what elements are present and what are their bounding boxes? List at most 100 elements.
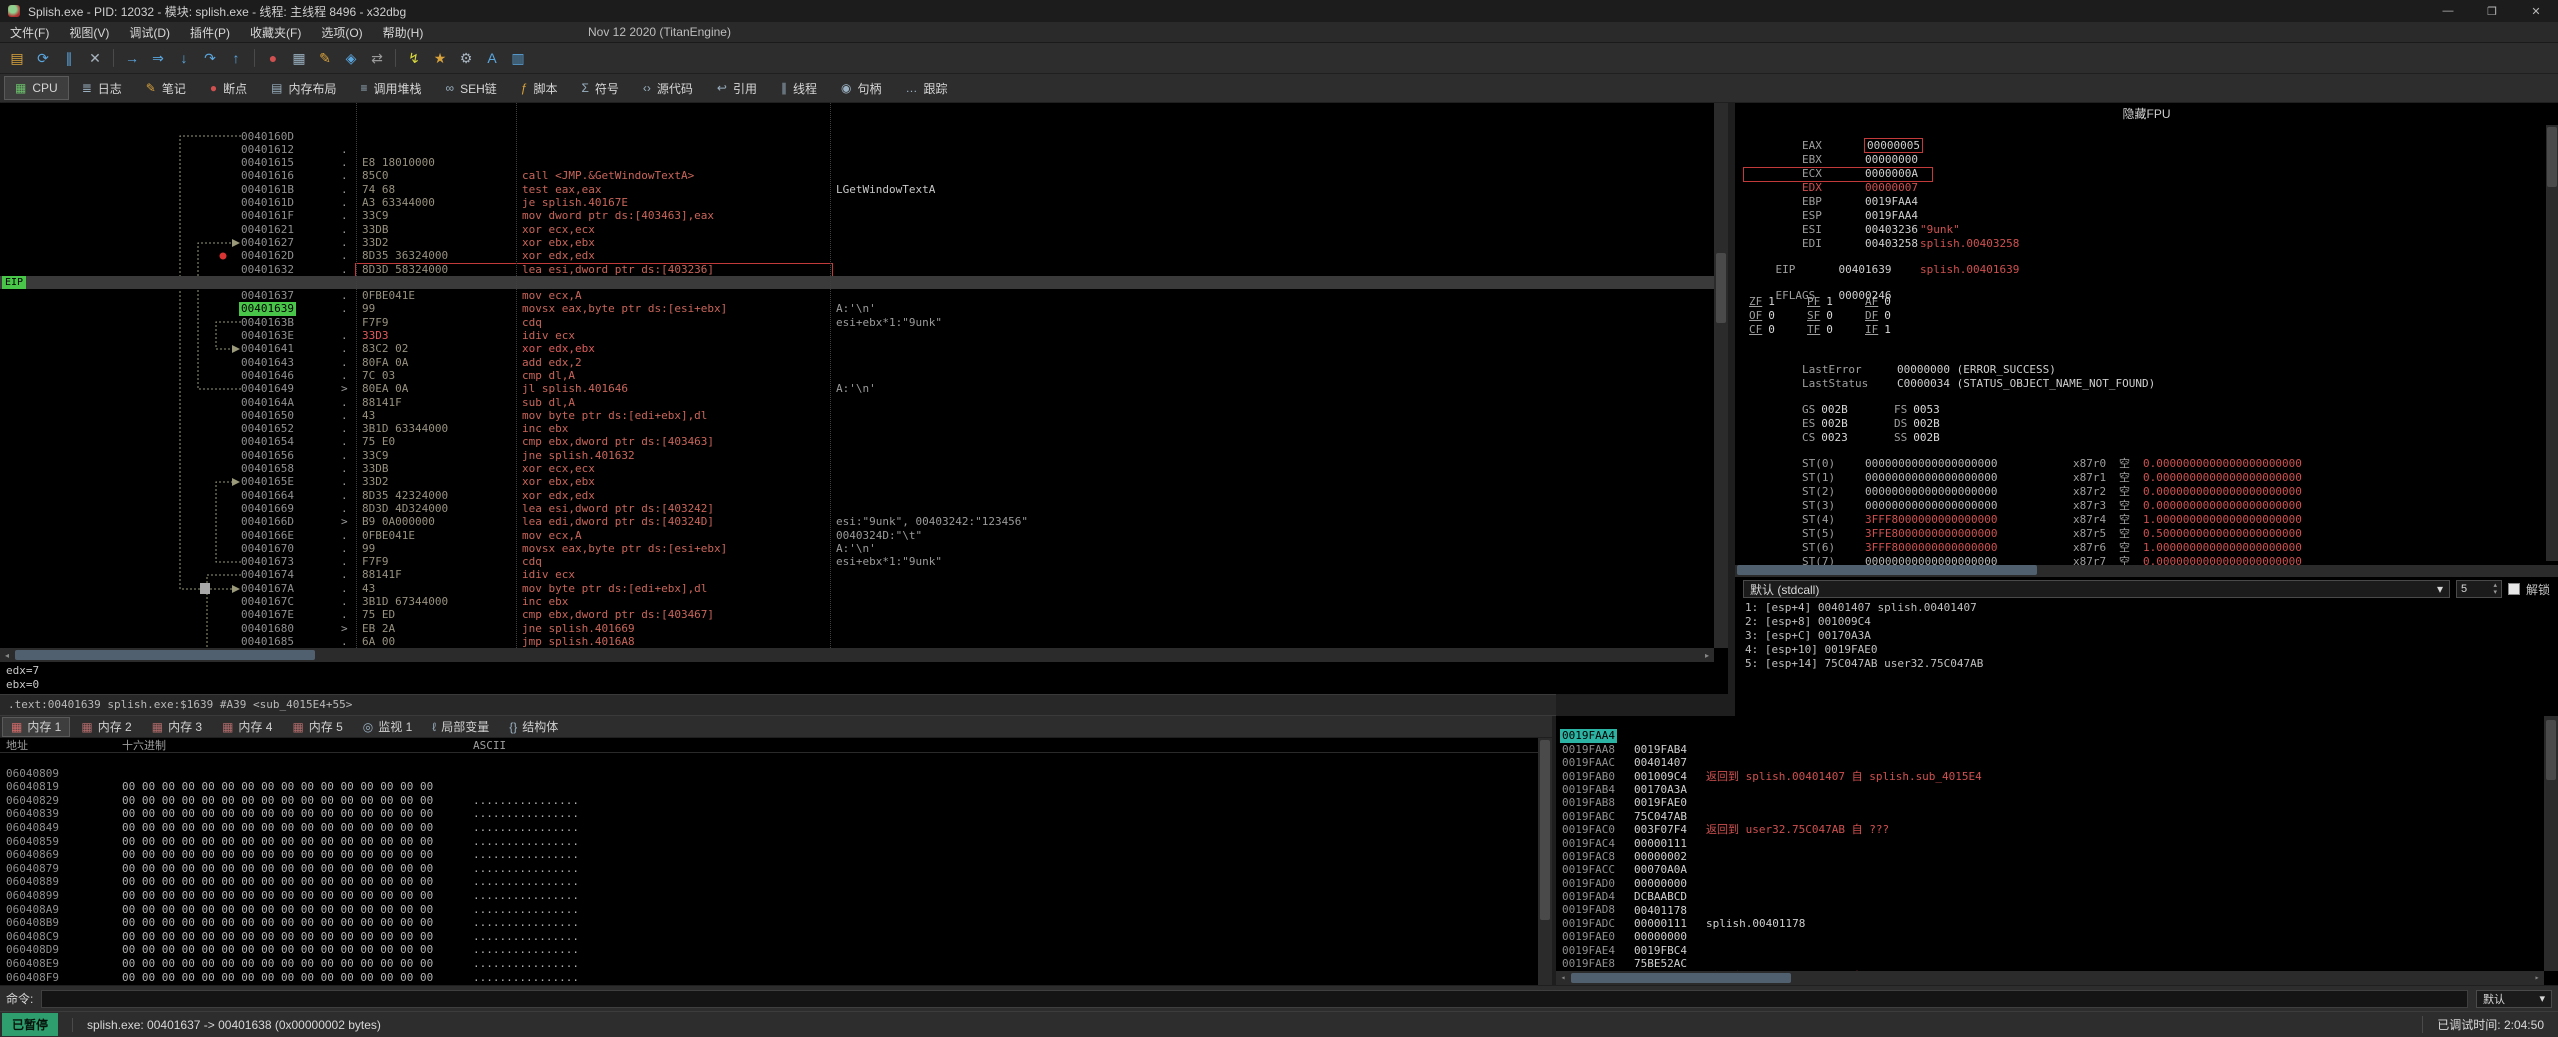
hide-fpu-toggle[interactable]: 隐藏FPU [1735, 103, 2558, 125]
disasm-row[interactable]: 00401652 . 33C9 xor ecx,ecx [0, 396, 1714, 475]
disasm-row[interactable]: 00401627 . 8D3D 58324000 lea edi,dword p… [0, 209, 1714, 289]
scroll-left-icon[interactable]: ◂ [0, 648, 14, 662]
stack-row[interactable]: 0019FAA4 0019FAB4 [1556, 716, 2558, 756]
tab-dump-5[interactable]: ▦ 内存 5 [283, 717, 351, 737]
disasm-row[interactable]: 0040166E . F7F9 idiv ecx [0, 502, 1714, 582]
dump-row[interactable]: 060408A9 00 00 00 00 00 00 00 00 00 00 0… [0, 889, 1552, 943]
stack-row[interactable]: 0019FAD8 00000111 [1556, 890, 2558, 929]
register-row[interactable]: EDI 00403258 splish.00403258 [1735, 223, 2558, 250]
breakpoints-button[interactable]: ● [260, 46, 286, 70]
disasm-row[interactable]: 0040167E > 6A 00 push 0 uINT uType = MB_… [0, 582, 1714, 662]
stack-row[interactable]: 0019FAE0 0019FBC4 [1556, 917, 2558, 956]
disasm-row[interactable]: 0040161B . 33C9 xor ecx,ecx [0, 156, 1714, 236]
stack-row[interactable]: 0019FAB8 75C047AB 返回到 user32.75C047AB 自 … [1556, 783, 2558, 836]
tab-dump-4[interactable]: ▦ 内存 4 [213, 717, 281, 737]
disasm-row[interactable]: 00401636 . 99 cdq [0, 249, 1714, 329]
dump-row[interactable]: 060408C9 00 00 00 00 00 00 00 00 00 00 0… [0, 916, 1552, 970]
menu-options[interactable]: 选项(O) [311, 22, 372, 42]
tab-threads[interactable]: ∥ 线程 [770, 76, 828, 100]
separator[interactable] [254, 49, 255, 67]
tab-dump-1[interactable]: ▦ 内存 1 [2, 716, 71, 737]
disasm-row[interactable]: 0040161F . 33D2 xor edx,edx [0, 183, 1714, 262]
stack-row[interactable]: 0019FAAC 001009C4 [1556, 743, 2558, 782]
memory-map-button[interactable]: ▦ [286, 46, 312, 70]
stack-row[interactable]: 0019FAB0 00170A3A [1556, 756, 2558, 796]
disasm-row[interactable]: 0040163B . 83C2 02 add edx,2 [0, 289, 1714, 369]
segment-row[interactable]: GS 002B FS 0053 [1735, 389, 2558, 416]
fpu-register-row[interactable]: ST(5) 3FFE8000000000000000 x87r5 空 0.5000000… [1735, 513, 2558, 540]
disasm-row[interactable]: 00401616 . A3 63344000 mov dword ptr ds:… [0, 143, 1714, 222]
tab-watch-1[interactable]: ◎ 监视 1 [354, 717, 422, 737]
dump-row[interactable]: 06040889 00 00 00 00 00 00 00 00 00 00 0… [0, 862, 1552, 915]
settings-button[interactable]: ⚙ [453, 46, 479, 70]
scrollbar-thumb[interactable] [1571, 973, 1791, 983]
stack-row[interactable]: 0019FAC4 00000002 [1556, 823, 2558, 863]
dump-row[interactable]: 06040809 00 00 00 00 00 00 00 00 00 00 0… [0, 753, 1552, 807]
tab-cpu[interactable]: ▦ CPU [4, 76, 69, 100]
tab-handles[interactable]: ◉ 句柄 [830, 76, 893, 100]
tab-seh[interactable]: ∞ SEH链 [435, 76, 508, 100]
disasm-row[interactable]: 00401643 . 80EA 0A sub dl,A [0, 329, 1714, 409]
restart-button[interactable]: ⟳ [30, 46, 56, 70]
run-button[interactable]: → [119, 46, 145, 70]
step-into-button[interactable]: ↓ [171, 46, 197, 70]
registers-horizontal-scrollbar[interactable] [1735, 565, 2558, 577]
disasm-row[interactable]: 0040167C . EB 2A jmp splish.4016A8 [0, 568, 1714, 648]
status-register-row[interactable]: LastError 00000000 (ERROR_SUCCESS) [1735, 349, 2558, 376]
calling-convention-select[interactable]: 默认 (stdcall) ▾ [1743, 580, 2450, 598]
dump-vertical-scrollbar[interactable] [1538, 738, 1552, 985]
register-row[interactable]: EAX 00000005 [1735, 125, 2558, 152]
flag-cell[interactable]: TF 0 [1807, 323, 1865, 337]
disasm-row[interactable]: 00401673 . 43 inc ebx [0, 529, 1714, 608]
scrollbar-thumb[interactable] [2547, 127, 2557, 187]
tab-call-stack[interactable]: ≡ 调用堆栈 [349, 76, 432, 100]
dump-row[interactable]: 06040899 00 00 00 00 00 00 00 00 00 00 0… [0, 875, 1552, 929]
flag-cell[interactable]: IF 1 [1865, 323, 1923, 337]
stack-row[interactable]: 0019FAB4 0019FAE0 [1556, 770, 2558, 809]
tab-struct[interactable]: {} 结构体 [500, 717, 567, 737]
register-row[interactable]: ESI 00403236 "9unk" [1735, 209, 2558, 236]
argument-row[interactable]: 4: [esp+10] 0019FAE0 [1745, 643, 2558, 657]
scrollbar-thumb[interactable] [1716, 253, 1726, 323]
open-file-button[interactable]: ▤ [4, 46, 30, 70]
disasm-row[interactable]: 00401649 . 43 inc ebx [0, 356, 1714, 435]
disasm-row[interactable]: 00401646 > 88141F mov byte ptr ds:[edi+e… [0, 342, 1714, 422]
disasm-horizontal-scrollbar[interactable]: ◂ ▸ [0, 648, 1714, 662]
flag-cell[interactable]: DF 0 [1865, 309, 1923, 323]
tab-locals[interactable]: ℓ 局部变量 [423, 717, 498, 737]
scrollbar-thumb[interactable] [2546, 720, 2556, 780]
dump-row[interactable]: 06040879 00 00 00 00 00 00 00 00 00 00 0… [0, 848, 1552, 902]
register-row[interactable]: EDX 00000007 [1735, 167, 2558, 194]
register-row[interactable]: ESP 0019FAA4 [1735, 195, 2558, 222]
disasm-row[interactable]: 00401632 > 0FBE041E movsx eax,byte ptr d… [0, 236, 1714, 329]
register-row[interactable]: ECX 0000000A [1735, 153, 2558, 180]
maximize-button[interactable]: ❐ [2470, 0, 2514, 22]
stack-row[interactable]: 0019FABC 003F07F4 [1556, 796, 2558, 836]
register-row-eip[interactable]: EIP 00401639 splish.00401639 [1735, 249, 2558, 276]
registers-vertical-scrollbar[interactable] [2546, 125, 2558, 561]
run-ignore-exceptions-button[interactable]: ⇒ [145, 46, 171, 70]
fpu-register-row[interactable]: ST(7) 00000000000000000000 x87r7 空 0.0000000… [1735, 541, 2558, 568]
stack-row[interactable]: 0019FADC 00000000 [1556, 903, 2558, 943]
disasm-row[interactable]: 0040165E . 8D3D 4D324000 lea edi,dword p… [0, 449, 1714, 541]
separator[interactable] [113, 49, 114, 67]
disasm-row[interactable]: 00401654 . 33DB xor ebx,ebx [0, 409, 1714, 488]
patches-button[interactable]: ◈ [338, 46, 364, 70]
dump-row[interactable]: 060408E9 00 00 00 00 00 00 00 00 00 00 0… [0, 943, 1552, 985]
disasm-row[interactable]: 0040164A . 3B1D 63344000 cmp ebx,dword p… [0, 369, 1714, 449]
tab-script[interactable]: ƒ 脚本 [510, 76, 569, 100]
dump-row[interactable]: 060408D9 00 00 00 00 00 00 00 00 00 00 0… [0, 930, 1552, 983]
dump-row[interactable]: 060408F9 00 00 00 00 00 00 00 00 00 00 0… [0, 957, 1552, 986]
dump-row[interactable]: 06040849 00 00 00 00 00 00 00 00 00 00 0… [0, 807, 1552, 861]
step-over-button[interactable]: ↷ [197, 46, 223, 70]
fpu-register-row[interactable]: ST(4) 3FFF8000000000000000 x87r4 空 1.0000000… [1735, 499, 2558, 526]
close-button[interactable]: ✕ [2514, 0, 2558, 22]
segment-row[interactable]: ES 002B DS 002B [1735, 403, 2558, 430]
dump-row[interactable]: 06040839 00 00 00 00 00 00 00 00 00 00 0… [0, 794, 1552, 847]
menu-help[interactable]: 帮助(H) [373, 22, 434, 42]
tab-trace[interactable]: … 跟踪 [895, 76, 959, 100]
tab-breakpoints[interactable]: ● 断点 [199, 76, 258, 100]
menu-favourites[interactable]: 收藏夹(F) [240, 22, 311, 42]
disasm-row[interactable]: 00401669 > 0FBE041E movsx eax,byte ptr d… [0, 475, 1714, 568]
register-row-eflags[interactable]: EFLAGS 00000246 [1735, 275, 2558, 302]
